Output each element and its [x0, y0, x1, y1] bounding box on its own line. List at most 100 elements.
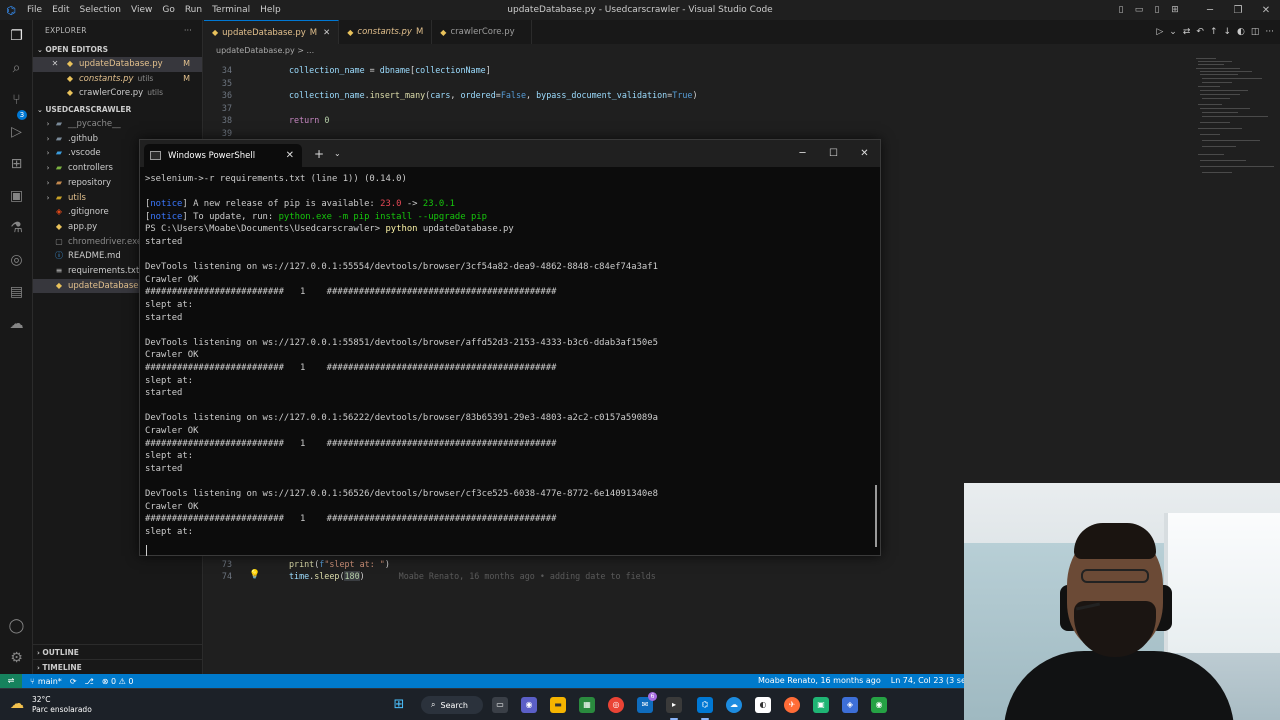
git-file-icon: ◈: [55, 207, 63, 217]
task-view-icon[interactable]: ▭: [492, 697, 508, 713]
tab-crawler-core[interactable]: ◆ crawlerCore.py: [432, 20, 532, 44]
taskbar-search[interactable]: ⌕ Search: [421, 696, 483, 714]
explorer-icon[interactable]: ❐: [7, 26, 26, 45]
editor-more-icon[interactable]: ···: [1265, 27, 1274, 37]
project-label: USEDCARSCRAWLER: [45, 105, 132, 115]
github-desktop-icon[interactable]: ◐: [755, 697, 771, 713]
close-tab-icon[interactable]: ✕: [286, 150, 294, 161]
restore-button[interactable]: ❐: [1224, 5, 1252, 16]
close-button[interactable]: ✕: [849, 140, 880, 167]
compare-icon[interactable]: ⇄: [1183, 27, 1191, 37]
minimap[interactable]: [1194, 56, 1274, 186]
tab-constants[interactable]: ◆ constants.py M: [339, 20, 433, 44]
menu-help[interactable]: Help: [255, 0, 286, 20]
code-line[interactable]: 34 collection_name = dbname[collectionNam…: [204, 64, 491, 77]
terminal-cursor: [146, 545, 147, 556]
menu-go[interactable]: Go: [157, 0, 179, 20]
open-editor-name: updateDatabase.py: [79, 59, 163, 69]
postman-icon[interactable]: ✈: [784, 697, 800, 713]
git-history-icon[interactable]: ↶: [1196, 27, 1204, 37]
run-debug-icon[interactable]: ▷: [7, 122, 26, 141]
docker-icon[interactable]: ☁: [7, 314, 26, 333]
terminal-output[interactable]: >selenium->-r requirements.txt (line 1))…: [145, 173, 870, 553]
split-editor-icon[interactable]: ◫: [1251, 27, 1260, 37]
extensions-icon[interactable]: ⊞: [7, 154, 26, 173]
source-control-icon[interactable]: ⑂: [7, 90, 26, 109]
run-file-icon[interactable]: ▷: [1156, 27, 1163, 37]
open-changes-icon[interactable]: ◐: [1237, 27, 1245, 37]
toggle-panel-icon[interactable]: ▭: [1130, 5, 1148, 15]
branch-status[interactable]: main*: [38, 677, 62, 686]
android-studio-icon[interactable]: ▣: [813, 697, 829, 713]
menu-view[interactable]: View: [126, 0, 157, 20]
weather-widget[interactable]: ☁ 32°C Parc ensolarado: [10, 695, 92, 715]
blame-status[interactable]: Moabe Renato, 16 months ago: [758, 674, 881, 688]
powershell-window-controls: ─ ☐ ✕: [787, 140, 880, 167]
menu-edit[interactable]: Edit: [47, 0, 74, 20]
open-editors-label: OPEN EDITORS: [45, 45, 109, 54]
terminal-taskbar-icon[interactable]: ▸: [666, 697, 682, 713]
git-graph-status-icon[interactable]: ⎇: [85, 677, 94, 686]
open-editor-item[interactable]: ✕ ◆ updateDatabase.py M: [33, 57, 202, 72]
app-icon[interactable]: ◈: [842, 697, 858, 713]
terminal-line: DevTools listening on ws://127.0.0.1:562…: [145, 413, 658, 424]
toggle-sidebar-icon[interactable]: ▯: [1112, 5, 1130, 15]
terminal-line: DevTools listening on ws://127.0.0.1:558…: [145, 337, 658, 348]
search-icon[interactable]: ⌕: [7, 58, 26, 77]
code-line[interactable]: 36 collection_name.insert_many(cars, orde…: [204, 89, 698, 102]
tab-dropdown-icon[interactable]: ⌄: [334, 149, 341, 158]
start-windows-icon[interactable]: ⊞: [391, 697, 407, 713]
code-line[interactable]: 74 time.sleep(180) Moabe Renato, 16 months…: [204, 570, 656, 583]
sync-icon[interactable]: ⟳: [70, 677, 77, 686]
maximize-button[interactable]: ☐: [818, 140, 849, 167]
more-actions-icon[interactable]: ···: [184, 20, 192, 42]
powershell-tab[interactable]: Windows PowerShell ✕: [144, 144, 302, 167]
menu-terminal[interactable]: Terminal: [207, 0, 255, 20]
problems-status[interactable]: ⊗ 0 ⚠ 0: [102, 677, 134, 686]
terminal-line: started: [145, 312, 183, 323]
previous-change-icon[interactable]: ↑: [1210, 27, 1218, 37]
menu-file[interactable]: File: [22, 0, 47, 20]
new-tab-icon[interactable]: +: [314, 147, 324, 161]
menu-run[interactable]: Run: [180, 0, 207, 20]
remote-explorer-icon[interactable]: ▣: [7, 186, 26, 205]
open-editors-section[interactable]: ⌄ OPEN EDITORS: [33, 42, 202, 57]
settings-gear-icon[interactable]: ⚙: [7, 648, 26, 667]
lightbulb-icon[interactable]: 💡: [249, 570, 260, 580]
github-folder-icon: ▰: [55, 133, 63, 143]
terminal-scrollbar[interactable]: [875, 485, 877, 547]
close-editor-icon[interactable]: ✕: [49, 57, 61, 72]
webcam-person-hair: [1074, 523, 1156, 559]
tree-folder[interactable]: › ▰ __pycache__: [33, 117, 202, 132]
run-dropdown-icon[interactable]: ⌄: [1169, 27, 1177, 37]
next-change-icon[interactable]: ↓: [1223, 27, 1231, 37]
account-icon[interactable]: ◯: [7, 616, 26, 635]
git-graph-icon[interactable]: ◎: [7, 250, 26, 269]
code-line[interactable]: 38 return 0: [204, 114, 329, 127]
testing-icon[interactable]: ⚗: [7, 218, 26, 237]
open-editor-item[interactable]: ◆ constants.py utils M: [33, 72, 202, 87]
close-tab-icon[interactable]: ✕: [323, 28, 330, 38]
store-icon[interactable]: ▦: [579, 697, 595, 713]
menu-selection[interactable]: Selection: [75, 0, 126, 20]
open-editor-item[interactable]: ◆ crawlerCore.py utils: [33, 86, 202, 101]
whatsapp-icon[interactable]: ◉: [871, 697, 887, 713]
minimize-button[interactable]: ─: [787, 140, 818, 167]
close-button[interactable]: ✕: [1252, 5, 1280, 16]
tab-update-database[interactable]: ◆ updateDatabase.py M ✕: [204, 20, 340, 44]
notebook-icon[interactable]: ▤: [7, 282, 26, 301]
customize-layout-icon[interactable]: ⊞: [1166, 5, 1184, 15]
file-explorer-icon[interactable]: ▬: [550, 697, 566, 713]
vscode-taskbar-icon[interactable]: ⌬: [697, 697, 713, 713]
remote-icon[interactable]: ⇌: [0, 674, 22, 688]
timeline-section[interactable]: › TIMELINE: [33, 659, 203, 674]
toggle-secondary-sidebar-icon[interactable]: ▯: [1148, 5, 1166, 15]
chrome-icon[interactable]: ◎: [608, 697, 624, 713]
breadcrumb[interactable]: updateDatabase.py > ...: [216, 44, 314, 58]
outline-section[interactable]: › OUTLINE: [33, 644, 203, 659]
project-section[interactable]: ⌄ USEDCARSCRAWLER: [33, 102, 202, 117]
search-label: Search: [440, 700, 468, 710]
teams-chat-icon[interactable]: ◉: [521, 697, 537, 713]
docker-taskbar-icon[interactable]: ☁: [726, 697, 742, 713]
minimize-button[interactable]: ─: [1196, 5, 1224, 16]
